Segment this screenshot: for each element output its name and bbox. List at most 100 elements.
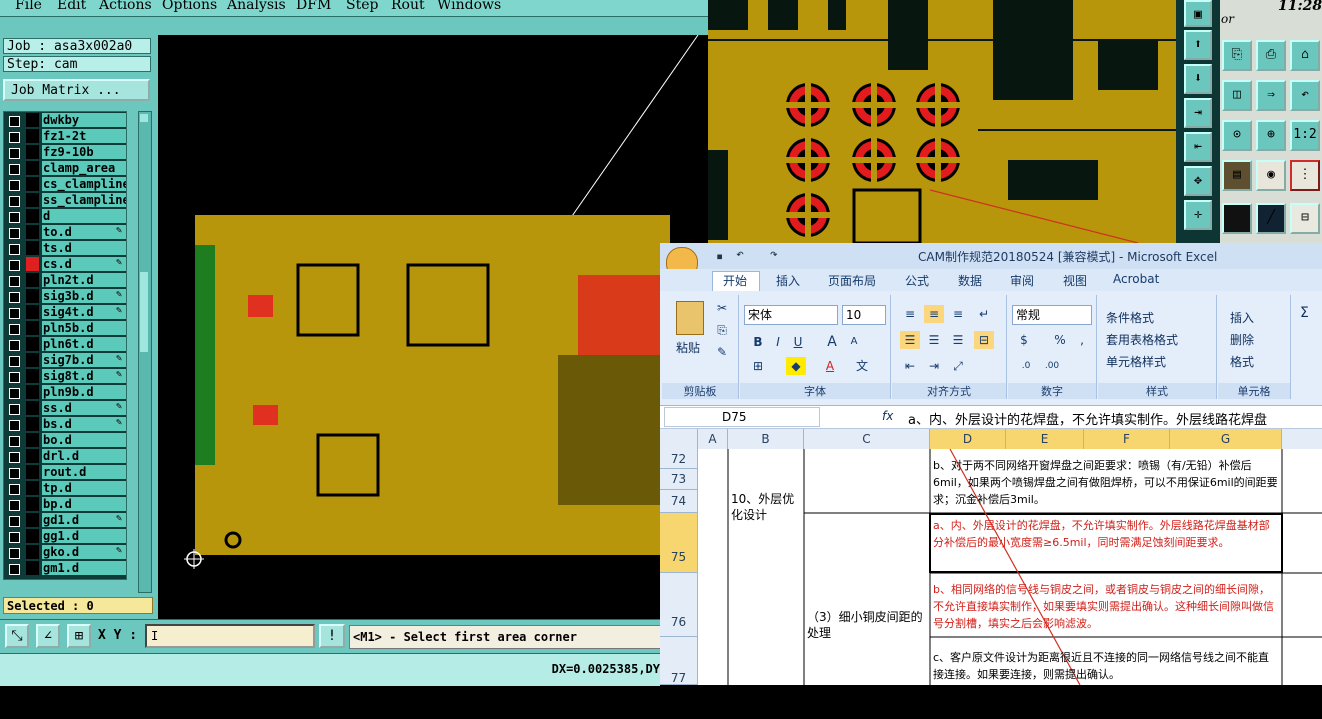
layer-checkbox[interactable] bbox=[9, 484, 20, 495]
phonetic-button[interactable]: 文 bbox=[852, 357, 872, 375]
align-middle-icon[interactable]: ≡ bbox=[924, 305, 944, 323]
cell-d75[interactable]: a、内、外层设计的花焊盘，不允许填实制作。外层线路花焊盘基材部分补偿后的最小宽度… bbox=[930, 515, 1282, 573]
alert-icon[interactable]: ! bbox=[319, 624, 345, 648]
layer-row[interactable]: ss.d ✎ bbox=[4, 400, 126, 416]
font-name-select[interactable]: 宋体 bbox=[744, 305, 838, 325]
percent-button[interactable]: % bbox=[1050, 331, 1070, 349]
name-box[interactable]: D75 bbox=[664, 407, 820, 427]
layer-checkbox[interactable] bbox=[9, 228, 20, 239]
layer-name[interactable]: sig4t.d bbox=[42, 305, 126, 319]
delete-cells-button[interactable]: 删除 bbox=[1230, 331, 1254, 348]
layer-name[interactable]: cs.d bbox=[42, 257, 126, 271]
layer-name[interactable]: gd1.d bbox=[42, 513, 126, 527]
wrap-text-icon[interactable]: ↵ bbox=[974, 305, 994, 323]
format-as-table-button[interactable]: 套用表格格式 bbox=[1106, 331, 1178, 348]
select-all-corner[interactable] bbox=[660, 429, 698, 449]
layer-color-swatch[interactable] bbox=[26, 337, 39, 351]
zoom-view[interactable] bbox=[708, 0, 1176, 243]
cell-c-section[interactable]: （3）细小铜皮间距的处理 bbox=[804, 607, 930, 647]
tool-inbox-icon[interactable]: ⎘ bbox=[1222, 40, 1252, 71]
layer-name[interactable]: d bbox=[42, 209, 126, 223]
comma-button[interactable]: , bbox=[1072, 331, 1092, 349]
menu-actions[interactable]: Actions bbox=[99, 0, 152, 13]
layer-color-swatch[interactable] bbox=[26, 145, 39, 159]
indent-decrease-icon[interactable]: ⇤ bbox=[900, 357, 920, 375]
tool-export-icon[interactable]: ⇤ bbox=[1184, 132, 1212, 162]
tool-up-icon[interactable]: ⬆ bbox=[1184, 30, 1212, 60]
layer-color-swatch[interactable] bbox=[26, 529, 39, 543]
layer-checkbox[interactable] bbox=[9, 196, 20, 207]
layer-checkbox[interactable] bbox=[9, 244, 20, 255]
layer-name[interactable]: gg1.d bbox=[42, 529, 126, 543]
shrink-font-button[interactable]: A bbox=[844, 333, 864, 351]
layer-color-swatch[interactable] bbox=[26, 545, 39, 559]
col-header-b[interactable]: B bbox=[728, 429, 804, 449]
menu-analysis[interactable]: Analysis bbox=[227, 0, 286, 13]
menu-edit[interactable]: Edit bbox=[57, 0, 86, 13]
font-color-button[interactable]: A bbox=[820, 357, 840, 375]
layer-color-swatch[interactable] bbox=[26, 401, 39, 415]
layer-row[interactable]: sig8t.d ✎ bbox=[4, 368, 126, 384]
layer-row[interactable]: dwkby bbox=[4, 112, 126, 128]
tool-lock-icon[interactable]: ◫ bbox=[1222, 80, 1252, 111]
tool-drill-icon[interactable]: ◉ bbox=[1256, 160, 1286, 191]
increase-decimal-icon[interactable]: .0 bbox=[1016, 357, 1036, 375]
align-left-icon[interactable]: ☰ bbox=[900, 331, 920, 349]
layer-checkbox[interactable] bbox=[9, 500, 20, 511]
cell-b-section[interactable]: 10、外层优化设计 bbox=[728, 489, 804, 539]
layer-checkbox[interactable] bbox=[9, 132, 20, 143]
layer-checkbox[interactable] bbox=[9, 372, 20, 383]
tool-dark1-icon[interactable] bbox=[1222, 203, 1252, 234]
layer-row[interactable]: d bbox=[4, 208, 126, 224]
layer-color-swatch[interactable] bbox=[26, 129, 39, 143]
layer-checkbox[interactable] bbox=[9, 164, 20, 175]
align-right-icon[interactable]: ☰ bbox=[948, 331, 968, 349]
layer-name[interactable]: pln9b.d bbox=[42, 385, 126, 399]
layer-color-swatch[interactable] bbox=[26, 257, 39, 271]
graphic-canvas[interactable] bbox=[158, 35, 706, 619]
layer-name[interactable]: pln2t.d bbox=[42, 273, 126, 287]
layer-row[interactable]: gg1.d bbox=[4, 528, 126, 544]
sheet-grid[interactable]: 72 73 74 75 76 77 10、外层优化设计 （3）细小铜皮间距的处理… bbox=[660, 449, 1322, 685]
italic-button[interactable]: I bbox=[768, 333, 788, 351]
col-header-f[interactable]: F bbox=[1084, 429, 1170, 449]
layer-row[interactable]: bs.d ✎ bbox=[4, 416, 126, 432]
conditional-format-button[interactable]: 条件格式 bbox=[1106, 309, 1154, 326]
layer-row[interactable]: cs_clampline bbox=[4, 176, 126, 192]
tab-view[interactable]: 视图 bbox=[1063, 272, 1087, 289]
layer-scrollbar[interactable] bbox=[138, 111, 152, 593]
col-header-e[interactable]: E bbox=[1006, 429, 1084, 449]
grow-font-button[interactable]: A bbox=[822, 333, 842, 351]
menu-rout[interactable]: Rout bbox=[391, 0, 425, 13]
cell-d77[interactable]: c、客户原文件设计为距离很近且不连接的同一网络信号线之间不能直接连接。如果要连接… bbox=[930, 647, 1282, 685]
paste-button[interactable]: 粘贴 bbox=[676, 339, 700, 356]
layer-checkbox[interactable] bbox=[9, 436, 20, 447]
menu-file[interactable]: File bbox=[15, 0, 42, 13]
layer-row[interactable]: ss_clampline bbox=[4, 192, 126, 208]
layer-checkbox[interactable] bbox=[9, 324, 20, 335]
align-bottom-icon[interactable]: ≡ bbox=[948, 305, 968, 323]
layer-color-swatch[interactable] bbox=[26, 321, 39, 335]
undo-icon[interactable]: ↶ bbox=[1290, 80, 1320, 111]
undo-quick-icon[interactable]: ↶ bbox=[736, 247, 744, 262]
layer-checkbox[interactable] bbox=[9, 452, 20, 463]
layer-name[interactable]: dwkby bbox=[42, 113, 126, 127]
layer-checkbox[interactable] bbox=[9, 388, 20, 399]
tool-inbox2-icon[interactable]: ⎙ bbox=[1256, 40, 1286, 71]
layer-checkbox[interactable] bbox=[9, 548, 20, 559]
layer-row[interactable]: clamp_area bbox=[4, 160, 126, 176]
layer-name[interactable]: rout.d bbox=[42, 465, 126, 479]
layer-color-swatch[interactable] bbox=[26, 273, 39, 287]
menu-dfm[interactable]: DFM bbox=[296, 0, 331, 13]
layer-row[interactable]: pln5b.d bbox=[4, 320, 126, 336]
layer-name[interactable]: bp.d bbox=[42, 497, 126, 511]
cell-d72[interactable]: b、对于两不同网络开窗焊盘之间距要求：喷锡（有/无铅）补偿后6mil，如果两个喷… bbox=[930, 455, 1282, 513]
home-icon[interactable]: ⌂ bbox=[1290, 40, 1320, 71]
tab-review[interactable]: 审阅 bbox=[1010, 272, 1034, 289]
scroll-up-arrow-icon[interactable] bbox=[140, 114, 148, 122]
layer-name[interactable]: pln6t.d bbox=[42, 337, 126, 351]
grid-snap-icon[interactable]: ⊞ bbox=[67, 624, 91, 648]
layer-color-swatch[interactable] bbox=[26, 369, 39, 383]
tab-home[interactable]: 开始 bbox=[723, 272, 747, 289]
tab-page-layout[interactable]: 页面布局 bbox=[828, 272, 876, 289]
